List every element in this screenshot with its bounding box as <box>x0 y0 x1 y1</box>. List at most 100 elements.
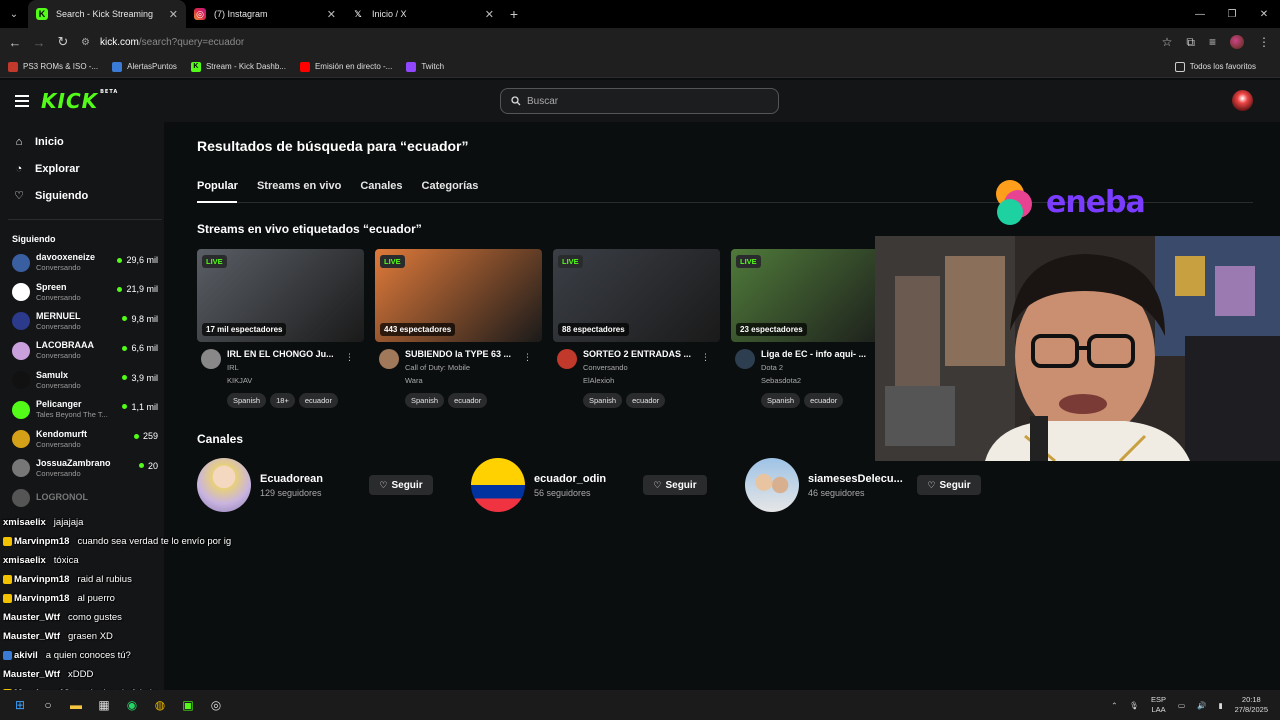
back-icon[interactable]: ← <box>3 35 27 50</box>
sidebar-channel[interactable]: LACOBRAAA Conversando 6,6 mil <box>0 336 164 365</box>
calendar-icon[interactable]: ▦ <box>90 691 118 719</box>
obs-icon[interactable]: ◎ <box>202 691 230 719</box>
file-explorer-icon[interactable]: ▬ <box>62 691 90 719</box>
streamer-avatar[interactable] <box>557 349 577 369</box>
stream-thumbnail[interactable]: LIVE 17 mil espectadores <box>197 249 364 342</box>
search-input[interactable]: Buscar <box>500 88 779 114</box>
sidebar-item-inicio[interactable]: ⌂ Inicio <box>0 128 164 155</box>
restore-icon[interactable]: ❐ <box>1216 9 1248 20</box>
stream-category[interactable]: Conversando <box>583 363 695 372</box>
sidebar-channel-offline[interactable]: LOGRONOL <box>0 483 164 512</box>
sidebar-channel[interactable]: Samulx Conversando 3,9 mil <box>0 366 164 395</box>
close-window-icon[interactable]: ✕ <box>1248 9 1280 20</box>
tag[interactable]: ecuador <box>626 393 666 408</box>
bookmark-ps3[interactable]: PS3 ROMs & ISO -... <box>8 61 98 72</box>
tab-x[interactable]: 𝕏 Inicio / X ✕ <box>344 0 502 28</box>
streamer-name[interactable]: Wara <box>405 376 517 385</box>
new-tab-button[interactable]: + <box>502 6 526 22</box>
follow-button[interactable]: ♡ Seguir <box>369 475 433 495</box>
sidebar-channel[interactable]: MERNUEL Conversando 9,8 mil <box>0 307 164 336</box>
stream-title[interactable]: SORTEO 2 ENTRADAS ... <box>583 349 695 359</box>
media-icon[interactable]: ≡ <box>1209 35 1216 49</box>
menu-icon[interactable] <box>15 95 29 107</box>
chevron-up-icon[interactable]: ⌃ <box>1111 701 1117 710</box>
windows-start-icon[interactable]: ⊞ <box>6 691 34 719</box>
tag[interactable]: Spanish <box>583 393 623 408</box>
profile-avatar[interactable] <box>1230 35 1244 49</box>
follow-button[interactable]: ♡ Seguir <box>917 475 981 495</box>
tag[interactable]: 18+ <box>270 393 295 408</box>
bookmark-twitch[interactable]: Twitch <box>406 61 444 72</box>
sidebar-channel[interactable]: JossuaZambrano Conversando 20 <box>0 454 164 483</box>
tab-search-icon[interactable]: ⌄ <box>0 9 28 20</box>
forward-icon[interactable]: → <box>27 35 51 50</box>
tag[interactable]: Spanish <box>405 393 445 408</box>
sidebar-channel[interactable]: Kendomurft Conversando 259 <box>0 424 164 453</box>
channel-result[interactable]: Ecuadorean 129 seguidores ♡ Seguir <box>197 458 471 512</box>
volume-icon[interactable]: 🔊 <box>1197 701 1206 710</box>
stream-card[interactable]: LIVE 443 espectadores SUBIENDO la TYPE 63 … <box>375 249 542 408</box>
tab-instagram[interactable]: ◎ (7) Instagram ✕ <box>186 0 344 28</box>
streamer-name[interactable]: Sebasdota2 <box>761 376 873 385</box>
channel-result[interactable]: ecuador_odin 56 seguidores ♡ Seguir <box>471 458 745 512</box>
kick-logo[interactable]: KICK BETA <box>41 89 118 113</box>
url-field[interactable]: ⚙ kick.com/search?query=ecuador <box>81 37 1162 48</box>
stream-category[interactable]: IRL <box>227 363 339 372</box>
more-options-icon[interactable]: ⋮ <box>345 352 354 363</box>
stream-card[interactable]: LIVE 23 espectadores Liga de EC - info aqu… <box>731 249 898 408</box>
more-options-icon[interactable]: ⋮ <box>523 352 532 363</box>
app-icon[interactable]: ▣ <box>174 691 202 719</box>
language-indicator[interactable]: ESP LAA <box>1151 695 1166 715</box>
tab-streams[interactable]: Streams en vivo <box>257 180 341 198</box>
stream-thumbnail[interactable]: LIVE 88 espectadores <box>553 249 720 342</box>
streamer-avatar[interactable] <box>201 349 221 369</box>
close-icon[interactable]: ✕ <box>169 8 178 21</box>
streamer-avatar[interactable] <box>379 349 399 369</box>
chrome-icon[interactable]: ◍ <box>146 691 174 719</box>
stream-title[interactable]: IRL EN EL CHONGO Ju... <box>227 349 339 359</box>
stream-title[interactable]: Liga de EC - info aqui- ... <box>761 349 873 359</box>
stream-thumbnail[interactable]: LIVE 23 espectadores <box>731 249 898 342</box>
site-info-icon[interactable]: ⚙ <box>81 37 90 48</box>
close-icon[interactable]: ✕ <box>327 8 336 21</box>
stream-category[interactable]: Call of Duty: Mobile <box>405 363 517 372</box>
network-icon[interactable]: ▭ <box>1178 701 1185 710</box>
streamer-avatar[interactable] <box>735 349 755 369</box>
sidebar-channel[interactable]: Pelicanger Tales Beyond The T... 1,1 mil <box>0 395 164 424</box>
more-options-icon[interactable]: ⋮ <box>701 352 710 363</box>
stream-thumbnail[interactable]: LIVE 443 espectadores <box>375 249 542 342</box>
more-icon[interactable]: ⋮ <box>1258 35 1270 49</box>
tag[interactable]: ecuador <box>804 393 844 408</box>
sidebar-channel[interactable]: Spreen Conversando 21,9 mil <box>0 277 164 306</box>
clock[interactable]: 20:18 27/8/2025 <box>1235 695 1268 715</box>
reload-icon[interactable]: ↻ <box>51 34 75 50</box>
tag[interactable]: Spanish <box>227 393 267 408</box>
tab-popular[interactable]: Popular <box>197 180 238 198</box>
stream-card[interactable]: LIVE 17 mil espectadores IRL EN EL CHONGO … <box>197 249 364 408</box>
star-icon[interactable]: ☆ <box>1162 35 1173 49</box>
tab-kick[interactable]: K Search - Kick Streaming ✕ <box>28 0 186 28</box>
sidebar-item-siguiendo[interactable]: ♡ Siguiendo <box>0 182 164 209</box>
battery-icon[interactable]: ▮ <box>1218 701 1222 710</box>
follow-button[interactable]: ♡ Seguir <box>643 475 707 495</box>
all-bookmarks[interactable]: Todos los favoritos <box>1174 61 1256 72</box>
bookmark-kick[interactable]: K Stream - Kick Dashb... <box>190 61 286 72</box>
tag[interactable]: ecuador <box>298 393 338 408</box>
whatsapp-icon[interactable]: ◉ <box>118 691 146 719</box>
tag[interactable]: ecuador <box>448 393 488 408</box>
streamer-name[interactable]: KIKJAV <box>227 376 339 385</box>
tab-categorias[interactable]: Categorías <box>422 180 479 198</box>
tab-canales[interactable]: Canales <box>360 180 402 198</box>
user-avatar[interactable] <box>1232 90 1253 111</box>
minimize-icon[interactable]: — <box>1184 9 1216 20</box>
bookmark-youtube[interactable]: Emisión en directo -... <box>299 61 392 72</box>
search-icon[interactable]: ○ <box>34 691 62 719</box>
channel-result[interactable]: siamesesDelecu... 46 seguidores ♡ Seguir <box>745 458 1019 512</box>
streamer-name[interactable]: ElAlexioh <box>583 376 695 385</box>
tag[interactable]: Spanish <box>761 393 801 408</box>
microphone-icon[interactable]: 🎙 <box>1130 701 1140 710</box>
sidebar-channel[interactable]: davooxeneize Conversando 29,6 mil <box>0 248 164 277</box>
stream-title[interactable]: SUBIENDO la TYPE 63 ... <box>405 349 517 359</box>
close-icon[interactable]: ✕ <box>485 8 494 21</box>
bookmark-alertas[interactable]: AlertasPuntos <box>112 61 177 72</box>
